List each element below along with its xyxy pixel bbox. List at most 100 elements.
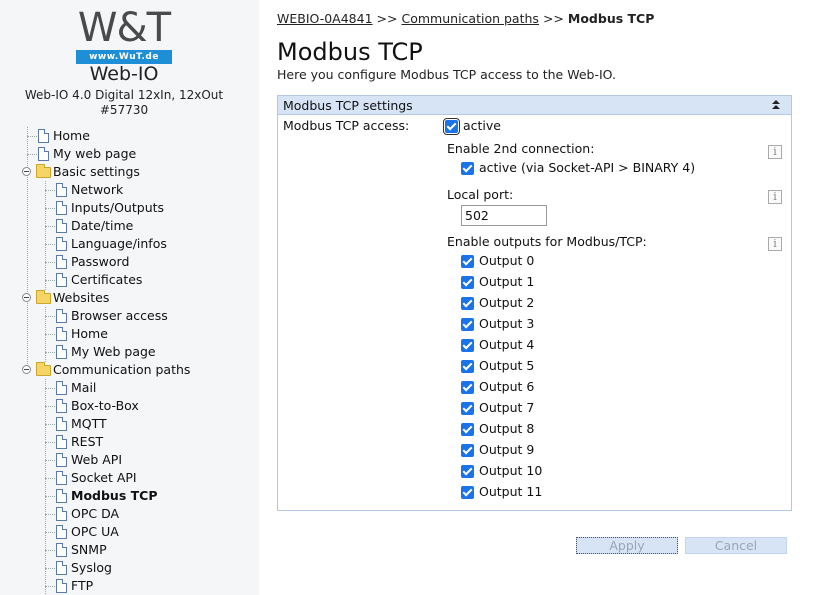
second-connection-label: Enable 2nd connection: [447, 141, 595, 156]
page-icon [56, 417, 67, 431]
folder-open-icon [36, 362, 51, 376]
second-connection-checkbox[interactable] [461, 162, 474, 175]
nav-item-browser-access[interactable]: Browser access [45, 307, 245, 325]
folder-open-icon [36, 290, 51, 304]
page-icon [56, 543, 67, 557]
page-icon [56, 471, 67, 485]
breadcrumb-link-device[interactable]: WEBIO-0A4841 [277, 11, 373, 26]
nav-item-socket-api[interactable]: Socket API [45, 469, 245, 487]
nav-item-websites-home[interactable]: Home [45, 325, 245, 343]
nav-item-web-api[interactable]: Web API [45, 451, 245, 469]
output-checkbox[interactable] [461, 318, 474, 331]
nav-item-rest[interactable]: REST [45, 433, 245, 451]
folder-open-icon [36, 164, 51, 178]
modbus-access-checkbox[interactable] [443, 118, 460, 135]
logo-brand: W&T [77, 5, 171, 51]
collapse-minus-icon[interactable] [22, 365, 31, 374]
page-icon [56, 255, 67, 269]
output-label: Output 6 [479, 379, 535, 394]
second-connection-value: active (via Socket-API > BINARY 4) [479, 160, 696, 175]
breadcrumb: WEBIO-0A4841 >> Communication paths >> Modbu… [277, 11, 654, 26]
nav-item-snmp[interactable]: SNMP [45, 541, 245, 559]
local-port-label: Local port: [447, 187, 514, 202]
output-checkbox[interactable] [461, 381, 474, 394]
nav-item-certificates[interactable]: Certificates [45, 271, 245, 289]
output-label: Output 5 [479, 358, 535, 373]
output-label: Output 2 [479, 295, 535, 310]
info-icon[interactable]: i [768, 237, 782, 251]
output-label: Output 7 [479, 400, 535, 415]
output-label: Output 10 [479, 463, 543, 478]
output-checkbox[interactable] [461, 276, 474, 289]
page-icon [56, 435, 67, 449]
output-checkbox[interactable] [461, 423, 474, 436]
output-label: Output 3 [479, 316, 535, 331]
page-icon [56, 507, 67, 521]
nav-item-syslog[interactable]: Syslog [45, 559, 245, 577]
device-name: Web-IO [89, 63, 159, 85]
nav-item-opc-da[interactable]: OPC DA [45, 505, 245, 523]
output-label: Output 0 [479, 253, 535, 268]
output-label: Output 8 [479, 421, 535, 436]
page-icon [38, 129, 49, 143]
page-icon [56, 327, 67, 341]
output-checkbox[interactable] [461, 402, 474, 415]
output-checkbox[interactable] [461, 465, 474, 478]
page-icon [56, 579, 67, 593]
breadcrumb-current: Modbus TCP [567, 11, 655, 26]
breadcrumb-separator: >> [542, 11, 564, 26]
nav-item-my-web-page[interactable]: My web page [27, 145, 227, 163]
nav-item-mqtt[interactable]: MQTT [45, 415, 245, 433]
collapse-minus-icon[interactable] [22, 167, 31, 176]
panel-title: Modbus TCP settings [283, 98, 413, 113]
page-icon [56, 561, 67, 575]
page-icon [56, 183, 67, 197]
nav-item-language-infos[interactable]: Language/infos [45, 235, 245, 253]
nav-item-mail[interactable]: Mail [45, 379, 245, 397]
nav-item-box-to-box[interactable]: Box-to-Box [45, 397, 245, 415]
collapse-minus-icon[interactable] [22, 293, 31, 302]
output-checkbox[interactable] [461, 360, 474, 373]
page-icon [56, 525, 67, 539]
apply-button[interactable]: Apply [576, 537, 678, 554]
nav-item-modbus-tcp[interactable]: Modbus TCP [45, 487, 245, 505]
output-checkbox[interactable] [461, 297, 474, 310]
page-icon [56, 399, 67, 413]
info-icon[interactable]: i [768, 190, 782, 204]
breadcrumb-link-communication-paths[interactable]: Communication paths [402, 11, 539, 26]
output-checkbox[interactable] [461, 444, 474, 457]
nav-item-password[interactable]: Password [45, 253, 245, 271]
nav-item-inputs-outputs[interactable]: Inputs/Outputs [45, 199, 245, 217]
output-label: Output 11 [479, 484, 543, 499]
output-label: Output 4 [479, 337, 535, 352]
nav-item-network[interactable]: Network [45, 181, 245, 199]
cancel-button[interactable]: Cancel [685, 537, 787, 554]
modbus-access-value: active [463, 118, 501, 133]
nav-folder-websites[interactable]: Websites [18, 289, 238, 307]
device-model: Web-IO 4.0 Digital 12xIn, 12xOut #57730 [0, 88, 248, 118]
page-icon [56, 273, 67, 287]
nav-item-date-time[interactable]: Date/time [45, 217, 245, 235]
nav-folder-communication-paths[interactable]: Communication paths [18, 361, 248, 379]
nav-item-opc-ua[interactable]: OPC UA [45, 523, 245, 541]
outputs-label: Enable outputs for Modbus/TCP: [447, 234, 647, 249]
output-checkbox[interactable] [461, 255, 474, 268]
local-port-input[interactable] [461, 205, 547, 226]
page-icon [56, 201, 67, 215]
wut-logo: W&T www.WuT.de [76, 8, 172, 64]
page-icon [56, 489, 67, 503]
page-icon [38, 147, 49, 161]
info-icon[interactable]: i [768, 145, 782, 159]
output-checkbox[interactable] [461, 339, 474, 352]
page-icon [56, 453, 67, 467]
modbus-settings-panel: Modbus TCP settings Modbus TCP access: a… [277, 95, 792, 511]
output-label: Output 9 [479, 442, 535, 457]
output-label: Output 1 [479, 274, 535, 289]
nav-item-home[interactable]: Home [27, 127, 227, 145]
collapse-icon[interactable] [769, 98, 783, 112]
output-checkbox[interactable] [461, 486, 474, 499]
nav-item-ftp[interactable]: FTP [45, 577, 245, 595]
nav-folder-basic-settings[interactable]: Basic settings [18, 163, 238, 181]
nav-item-my-web-page-2[interactable]: My Web page [45, 343, 245, 361]
logo-url: www.WuT.de [76, 50, 172, 64]
